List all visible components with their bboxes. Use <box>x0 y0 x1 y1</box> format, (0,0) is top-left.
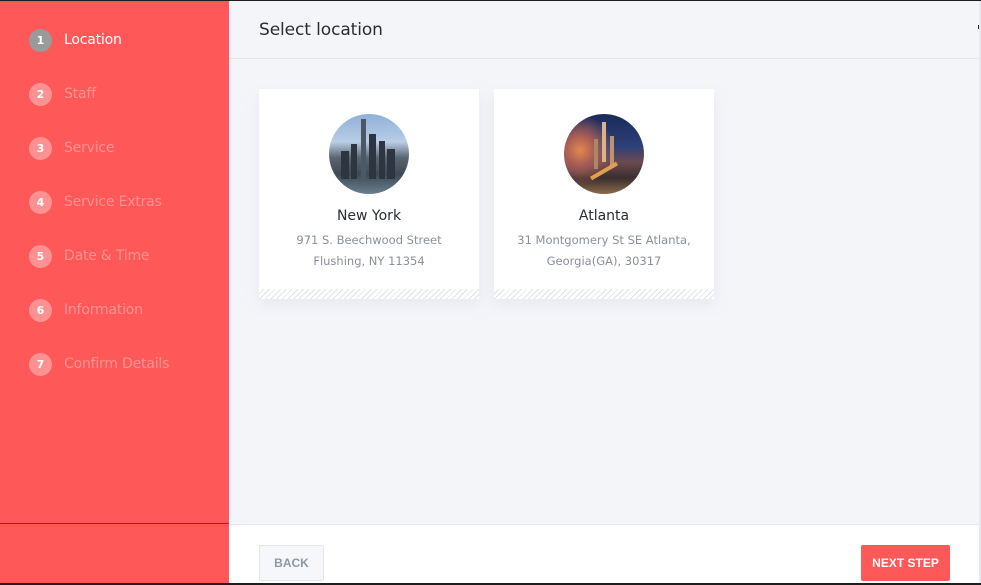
step-number: 2 <box>29 83 52 106</box>
step-information[interactable]: 6 Information <box>0 299 229 353</box>
location-address: 971 S. Beechwood Street Flushing, NY 113… <box>259 230 479 272</box>
step-number: 4 <box>29 191 52 214</box>
card-stripe-decoration <box>259 289 479 299</box>
step-service[interactable]: 3 Service <box>0 137 229 191</box>
next-step-button[interactable]: NEXT STEP <box>861 545 950 581</box>
location-list: New York 971 S. Beechwood Street Flushin… <box>229 59 981 299</box>
address-line-1: 31 Montgomery St SE Atlanta, <box>517 233 691 247</box>
address-line-2: Flushing, NY 11354 <box>313 254 425 268</box>
wizard-footer: BACK NEXT STEP <box>229 524 981 583</box>
step-number: 5 <box>29 245 52 268</box>
steps-list: 1 Location 2 Staff 3 Service 4 Service E… <box>0 1 229 407</box>
step-staff[interactable]: 2 Staff <box>0 83 229 137</box>
main-panel: Select location New York 971 S. Beechwoo… <box>229 1 981 583</box>
step-confirm-details[interactable]: 7 Confirm Details <box>0 353 229 407</box>
page-title: Select location <box>259 19 383 40</box>
step-number: 7 <box>29 353 52 376</box>
location-name: Atlanta <box>578 208 630 224</box>
back-button[interactable]: BACK <box>259 545 324 581</box>
step-number: 6 <box>29 299 52 322</box>
steps-sidebar: 1 Location 2 Staff 3 Service 4 Service E… <box>0 1 229 583</box>
step-label: Staff <box>64 86 96 102</box>
step-number: 1 <box>29 29 52 52</box>
step-number: 3 <box>29 137 52 160</box>
new-york-image <box>329 114 409 194</box>
step-label: Location <box>64 32 122 48</box>
location-address: 31 Montgomery St SE Atlanta, Georgia(GA)… <box>494 230 714 272</box>
location-name: New York <box>336 208 402 224</box>
atlanta-image <box>564 114 644 194</box>
location-card-new-york[interactable]: New York 971 S. Beechwood Street Flushin… <box>259 89 479 299</box>
location-card-atlanta[interactable]: Atlanta 31 Montgomery St SE Atlanta, Geo… <box>494 89 714 299</box>
booking-wizard: 1 Location 2 Staff 3 Service 4 Service E… <box>0 1 981 583</box>
step-label: Service Extras <box>64 194 162 210</box>
sidebar-footer <box>0 523 229 583</box>
address-line-1: 971 S. Beechwood Street <box>296 233 442 247</box>
step-label: Date & Time <box>64 248 150 264</box>
address-line-2: Georgia(GA), 30317 <box>546 254 662 268</box>
step-service-extras[interactable]: 4 Service Extras <box>0 191 229 245</box>
step-label: Service <box>64 140 115 156</box>
step-label: Confirm Details <box>64 356 170 372</box>
panel-header: Select location <box>229 1 981 59</box>
step-location[interactable]: 1 Location <box>0 29 229 83</box>
step-date-time[interactable]: 5 Date & Time <box>0 245 229 299</box>
card-stripe-decoration <box>494 289 714 299</box>
step-label: Information <box>64 302 143 318</box>
